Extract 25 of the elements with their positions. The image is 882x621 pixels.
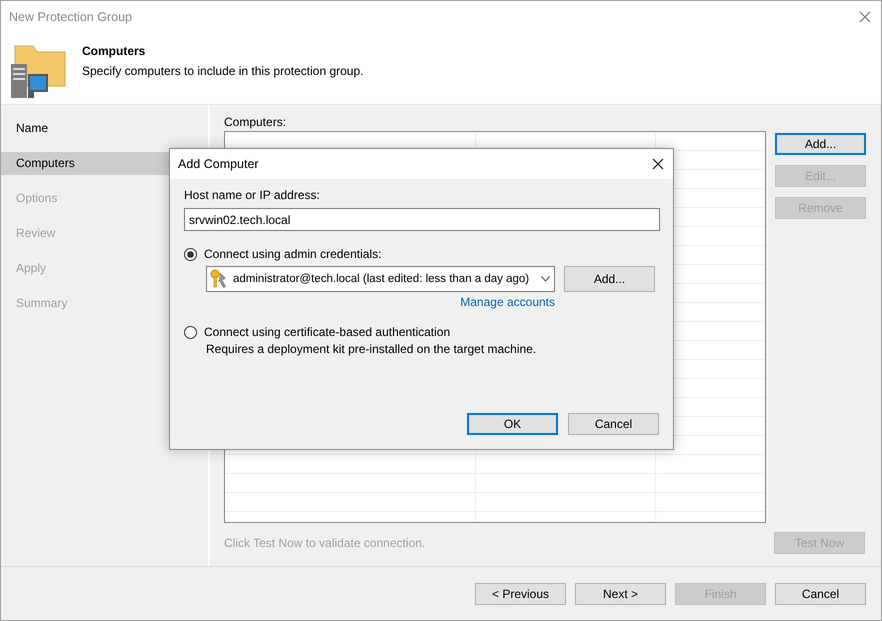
wizard-button[interactable]: Cancel (775, 583, 866, 605)
wizard-step[interactable]: Name (1, 117, 208, 140)
host-input-field[interactable]: srvwin02.tech.local (184, 208, 660, 231)
account-dropdown[interactable]: administrator@tech.local (last edited: less than a day ago) (206, 266, 555, 292)
manage-accounts-link[interactable]: Manage accounts (460, 295, 555, 309)
page-title: Computers (82, 44, 146, 58)
cancel-button[interactable]: Cancel (568, 413, 659, 435)
page-subtitle: Specify computers to include in this protection group. (82, 64, 364, 78)
ok-button[interactable]: OK (467, 413, 558, 435)
chevron-down-icon (541, 276, 550, 282)
wizard-button[interactable]: < Previous (475, 583, 566, 605)
table-label: Computers: (224, 115, 288, 129)
add-account-button[interactable]: Add... (564, 266, 655, 292)
radio-button[interactable] (184, 248, 197, 260)
field-label: Host name or IP address: (184, 188, 321, 202)
side-button[interactable]: Add... (775, 133, 866, 155)
option-label: Connect using certificate-based authentication (204, 325, 450, 339)
option-label: Connect using admin credentials: (204, 247, 382, 261)
hint-text: Click Test Now to validate connection. (224, 536, 426, 550)
window-title: New Protection Group (9, 10, 132, 24)
wizard-button[interactable]: Next > (575, 583, 666, 605)
close-icon[interactable] (652, 158, 664, 170)
account-value: administrator@tech.local (last edited: less than a day ago) (233, 273, 530, 285)
radio-button[interactable] (184, 326, 197, 338)
option-description: Requires a deployment kit pre-installed on the target machine. (206, 342, 538, 356)
